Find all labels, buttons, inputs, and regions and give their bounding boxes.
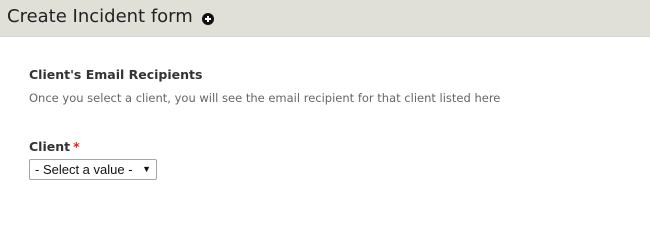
client-select[interactable]: - Select a value - ▼ — [29, 159, 157, 180]
client-select-value: - Select a value - — [35, 162, 133, 177]
page-header: Create Incident form — [0, 0, 650, 37]
client-field-label: Client * — [29, 139, 80, 155]
client-label: Client — [29, 139, 71, 154]
add-circle-icon[interactable] — [202, 13, 214, 25]
recipients-heading: Client's Email Recipients — [29, 67, 203, 82]
recipients-description: Once you select a client, you will see t… — [29, 91, 501, 105]
page-title: Create Incident form — [7, 6, 193, 27]
required-marker: * — [73, 139, 80, 154]
dropdown-arrow-icon: ▼ — [142, 164, 151, 174]
